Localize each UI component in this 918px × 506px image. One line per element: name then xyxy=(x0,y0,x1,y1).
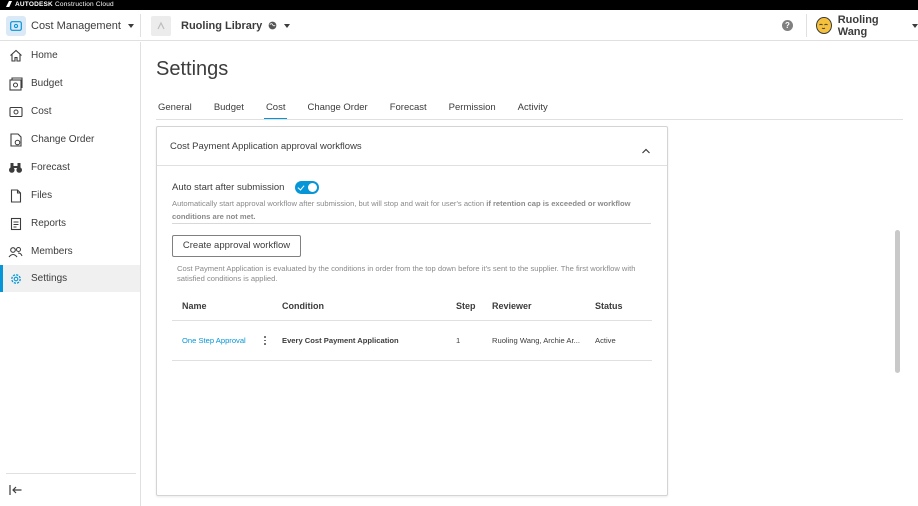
tabs-divider xyxy=(156,119,903,120)
chevron-up-icon[interactable] xyxy=(641,142,651,154)
sidebar-item-files[interactable]: Files xyxy=(0,182,140,209)
check-icon xyxy=(298,183,305,191)
toggle-description: Automatically start approval workflow af… xyxy=(172,197,642,223)
sidebar-item-label: Reports xyxy=(31,218,67,229)
cost-icon xyxy=(8,104,23,119)
header-divider xyxy=(140,14,141,37)
gear-icon xyxy=(8,271,23,286)
autodesk-logo-icon xyxy=(6,1,12,7)
sidebar-item-reports[interactable]: Reports xyxy=(0,210,140,237)
sidebar: Home Budget Cost Change Order Forecast F… xyxy=(0,42,141,506)
project-switcher[interactable]: Ruoling Library xyxy=(151,15,291,36)
settings-tabs: General Budget Cost Change Order Forecas… xyxy=(156,98,568,120)
sidebar-item-label: Settings xyxy=(31,273,68,284)
evaluation-order-note: Cost Payment Application is evaluated by… xyxy=(177,264,636,283)
module-switcher[interactable]: Cost Management xyxy=(6,15,134,36)
chevron-down-icon xyxy=(127,23,134,28)
sidebar-item-cost[interactable]: Cost xyxy=(0,98,140,125)
column-header-condition[interactable]: Condition xyxy=(282,301,324,311)
sidebar-divider xyxy=(6,473,136,474)
vertical-scrollbar[interactable] xyxy=(893,120,903,506)
cost-management-icon xyxy=(6,15,26,36)
autodesk-brand-bar: AUTODESK Construction Cloud xyxy=(0,0,918,10)
members-icon xyxy=(8,244,23,259)
tab-budget[interactable]: Budget xyxy=(212,98,246,120)
create-approval-workflow-button[interactable]: Create approval workflow xyxy=(172,235,301,257)
card-title: Cost Payment Application approval workfl… xyxy=(170,141,362,152)
column-header-step[interactable]: Step xyxy=(456,301,476,311)
header-divider xyxy=(806,14,807,37)
table-row: One Step Approval Every Cost Payment App… xyxy=(172,321,652,361)
workflow-status: Active xyxy=(595,336,616,345)
sidebar-item-label: Cost xyxy=(31,106,52,117)
workflow-step: 1 xyxy=(456,336,461,345)
report-icon xyxy=(8,216,23,231)
project-thumbnail-icon xyxy=(151,15,171,36)
tab-cost[interactable]: Cost xyxy=(263,98,288,120)
user-menu[interactable]: Ruoling Wang xyxy=(816,13,918,38)
chevron-down-icon xyxy=(284,23,291,28)
help-icon[interactable]: ? xyxy=(782,20,793,31)
sidebar-item-members[interactable]: Members xyxy=(0,238,140,265)
user-name: Ruoling Wang xyxy=(837,13,879,38)
column-header-status[interactable]: Status xyxy=(595,301,623,311)
sidebar-item-settings[interactable]: Settings xyxy=(0,265,140,292)
tab-permission[interactable]: Permission xyxy=(447,98,498,120)
workflow-table: Name Condition Step Reviewer Status One … xyxy=(172,293,652,361)
table-header: Name Condition Step Reviewer Status xyxy=(172,293,652,321)
auto-start-toggle[interactable] xyxy=(295,181,320,194)
module-label: Cost Management xyxy=(31,19,121,32)
project-label: Ruoling Library xyxy=(181,19,263,32)
tab-forecast[interactable]: Forecast xyxy=(388,98,429,120)
avatar xyxy=(816,17,832,34)
scrollbar-thumb[interactable] xyxy=(895,230,900,373)
budget-icon xyxy=(8,76,23,91)
sidebar-item-label: Home xyxy=(31,50,58,61)
sidebar-item-label: Files xyxy=(31,190,53,201)
chevron-down-icon xyxy=(912,23,918,28)
globe-icon xyxy=(268,21,277,30)
sidebar-item-change-order[interactable]: Change Order xyxy=(0,126,140,153)
sidebar-item-label: Change Order xyxy=(31,134,95,145)
sidebar-item-label: Forecast xyxy=(31,162,70,173)
workflow-condition: Every Cost Payment Application xyxy=(282,336,399,345)
column-header-reviewer[interactable]: Reviewer xyxy=(492,301,532,311)
toggle-description-text: Automatically start approval workflow af… xyxy=(172,199,485,208)
collapse-sidebar-icon[interactable] xyxy=(9,483,23,495)
file-icon xyxy=(8,188,23,203)
tab-activity[interactable]: Activity xyxy=(516,98,550,120)
card-header[interactable]: Cost Payment Application approval workfl… xyxy=(157,127,667,166)
toggle-label: Auto start after submission xyxy=(172,182,285,193)
workflow-card: Cost Payment Application approval workfl… xyxy=(156,126,668,496)
change-order-icon xyxy=(8,132,23,147)
main-content: Settings General Budget Cost Change Orde… xyxy=(141,42,918,506)
home-icon xyxy=(8,48,23,63)
sidebar-item-budget[interactable]: Budget xyxy=(0,70,140,97)
brand-name: AUTODESK xyxy=(15,1,53,8)
sidebar-item-label: Budget xyxy=(31,78,63,89)
app-header: Cost Management Ruoling Library ? Ruolin… xyxy=(0,10,918,41)
product-name: Construction Cloud xyxy=(54,1,114,8)
section-divider xyxy=(172,223,651,224)
page-title: Settings xyxy=(156,58,229,80)
more-options-icon[interactable] xyxy=(262,335,268,346)
binoculars-icon xyxy=(8,160,23,175)
column-header-name[interactable]: Name xyxy=(182,301,207,311)
workflow-name-link[interactable]: One Step Approval xyxy=(182,336,246,345)
workflow-reviewer: Ruoling Wang, Archie Ar... xyxy=(492,336,580,345)
tab-change-order[interactable]: Change Order xyxy=(305,98,369,120)
toggle-knob xyxy=(308,183,318,192)
auto-start-row: Auto start after submission xyxy=(172,181,320,194)
sidebar-item-label: Members xyxy=(31,246,73,257)
sidebar-item-forecast[interactable]: Forecast xyxy=(0,154,140,181)
tab-general[interactable]: General xyxy=(156,98,194,120)
sidebar-item-home[interactable]: Home xyxy=(0,42,140,69)
